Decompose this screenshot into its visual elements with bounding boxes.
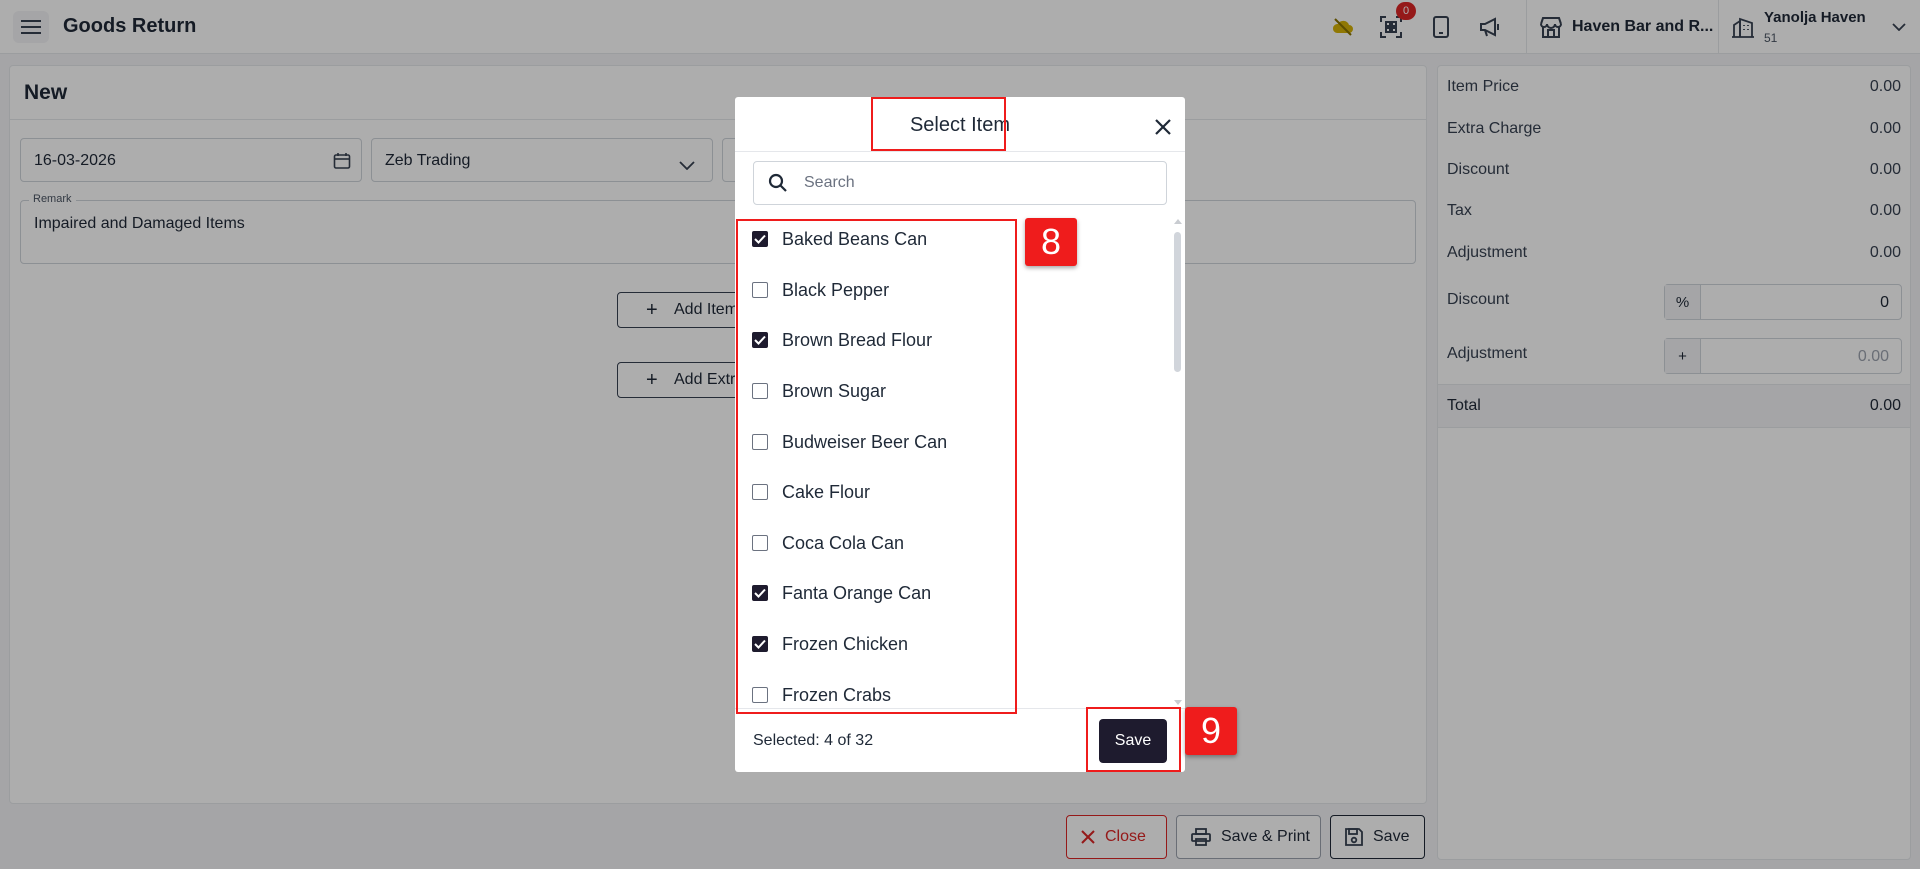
annotation-save-highlight	[1086, 707, 1181, 772]
close-icon[interactable]	[1151, 115, 1175, 139]
annotation-tag-8: 8	[1025, 218, 1077, 266]
modal-header-divider	[735, 151, 1185, 152]
scroll-down-arrow-icon[interactable]	[1174, 700, 1182, 705]
scrollbar-thumb[interactable]	[1174, 232, 1181, 372]
search-input[interactable]	[804, 163, 1154, 203]
selected-count: Selected: 4 of 32	[753, 732, 874, 749]
scroll-up-arrow-icon[interactable]	[1174, 219, 1182, 224]
annotation-items-highlight	[736, 219, 1017, 714]
annotation-title-highlight	[871, 97, 1006, 151]
annotation-tag-9: 9	[1185, 707, 1237, 755]
search-icon	[768, 173, 788, 198]
search-box[interactable]	[753, 161, 1167, 205]
